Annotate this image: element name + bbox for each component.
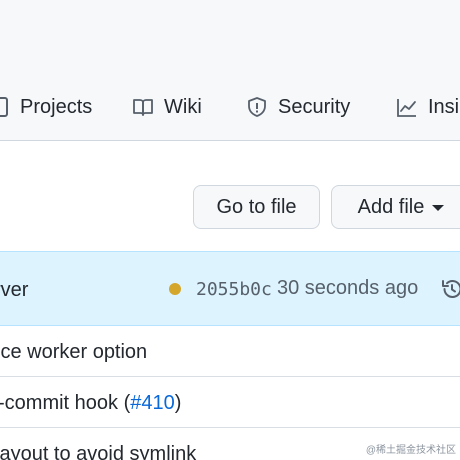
commit-message-link[interactable]: rver [0,279,28,302]
project-board-icon [0,96,10,118]
tab-insights[interactable]: Insi [396,84,459,130]
tab-wiki-label: Wiki [164,95,202,118]
book-icon [132,96,154,118]
tab-projects-label: Projects [20,95,93,118]
chevron-down-icon [432,205,445,211]
graph-icon [396,96,418,118]
commit-time: 30 seconds ago [277,277,419,299]
go-to-file-button[interactable]: Go to file [193,185,320,229]
repo-nav: Projects Wiki Security Insi [0,84,460,130]
commit-message-text[interactable]: -commit hook ( [0,392,130,414]
pull-request-link[interactable]: #410 [130,392,175,414]
tab-security-label: Security [278,95,351,118]
shield-icon [246,96,268,118]
tab-security[interactable]: Security [246,84,350,130]
add-file-label: Add file [357,195,425,218]
tab-insights-label: Insi [428,95,460,118]
commit-status-icon[interactable] [169,283,181,295]
go-to-file-label: Go to file [216,195,297,218]
history-icon[interactable] [440,277,460,301]
tab-projects[interactable]: Projects [0,84,92,130]
file-row-commit-message: -commit hook (#410) [0,392,181,415]
commit-message-suffix: ) [174,392,182,414]
file-row-commit-message[interactable]: layout to avoid symlink [0,443,196,460]
watermark: @稀土掘金技术社区 [365,445,456,456]
file-row: -commit hook (#410) [0,377,460,428]
add-file-button[interactable]: Add file [331,185,460,229]
tab-wiki[interactable]: Wiki [132,84,202,130]
file-row: ice worker option [0,326,460,377]
file-row-commit-message[interactable]: ice worker option [0,341,147,364]
commit-sha-link[interactable]: 2055b0c [196,279,272,300]
